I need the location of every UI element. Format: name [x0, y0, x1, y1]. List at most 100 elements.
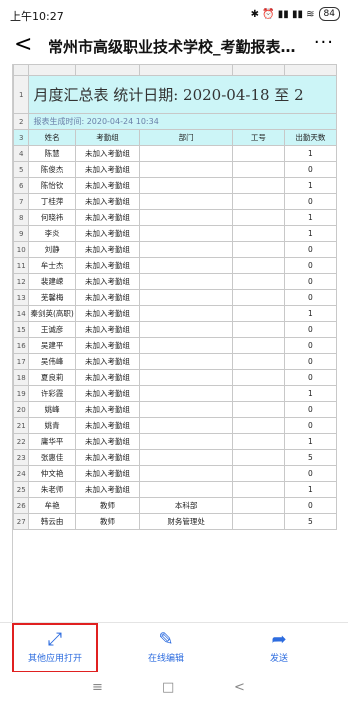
- table-cell[interactable]: 王诚彦: [28, 321, 76, 338]
- table-cell[interactable]: 未加入考勤组: [74, 161, 141, 178]
- table-cell[interactable]: [232, 369, 285, 386]
- table-cell[interactable]: [232, 353, 285, 370]
- table-cell[interactable]: 许彩霞: [28, 385, 76, 402]
- table-cell[interactable]: [139, 417, 234, 434]
- more-options-icon[interactable]: ···: [314, 32, 334, 53]
- table-cell[interactable]: [139, 433, 234, 450]
- table-cell[interactable]: 5: [283, 513, 337, 530]
- menu-nav-icon[interactable]: ≡: [92, 680, 103, 695]
- table-cell[interactable]: 未加入考勤组: [74, 305, 141, 322]
- table-cell[interactable]: 0: [283, 241, 337, 258]
- table-cell[interactable]: [139, 481, 234, 498]
- table-cell[interactable]: 教师: [74, 497, 141, 514]
- table-cell[interactable]: [232, 321, 285, 338]
- table-cell[interactable]: [139, 241, 234, 258]
- table-cell[interactable]: 未加入考勤组: [74, 433, 141, 450]
- table-cell[interactable]: [232, 161, 285, 178]
- table-cell[interactable]: [139, 401, 234, 418]
- table-cell[interactable]: [232, 289, 285, 306]
- table-cell[interactable]: [139, 337, 234, 354]
- table-cell[interactable]: [232, 225, 285, 242]
- table-cell[interactable]: [232, 481, 285, 498]
- table-cell[interactable]: 未加入考勤组: [74, 321, 141, 338]
- table-cell[interactable]: 裴建嵘: [28, 273, 76, 290]
- table-cell[interactable]: 未加入考勤组: [74, 337, 141, 354]
- table-cell[interactable]: [139, 193, 234, 210]
- table-cell[interactable]: 未加入考勤组: [74, 289, 141, 306]
- table-cell[interactable]: [139, 305, 234, 322]
- table-cell[interactable]: [232, 401, 285, 418]
- table-cell[interactable]: 朱老师: [28, 481, 76, 498]
- table-cell[interactable]: [232, 465, 285, 482]
- table-cell[interactable]: [232, 257, 285, 274]
- back-nav-icon[interactable]: <: [234, 680, 245, 695]
- table-cell[interactable]: 0: [283, 273, 337, 290]
- table-cell[interactable]: 1: [283, 209, 337, 226]
- table-cell[interactable]: 未加入考勤组: [74, 257, 141, 274]
- table-cell[interactable]: 0: [283, 161, 337, 178]
- table-cell[interactable]: [232, 209, 285, 226]
- table-cell[interactable]: [232, 241, 285, 258]
- table-cell[interactable]: 本科部: [139, 497, 234, 514]
- table-cell[interactable]: 芜馨梅: [28, 289, 76, 306]
- table-cell[interactable]: 未加入考勤组: [74, 353, 141, 370]
- table-cell[interactable]: 牟艳: [28, 497, 76, 514]
- table-cell[interactable]: 0: [283, 321, 337, 338]
- table-cell[interactable]: 陈慧: [28, 145, 76, 162]
- table-cell[interactable]: 仲文艳: [28, 465, 76, 482]
- table-cell[interactable]: 夏良莉: [28, 369, 76, 386]
- table-cell[interactable]: 未加入考勤组: [74, 177, 141, 194]
- table-cell[interactable]: [139, 369, 234, 386]
- table-cell[interactable]: 陈俊杰: [28, 161, 76, 178]
- spreadsheet-view[interactable]: 1 月度汇总表 统计日期: 2020-04-18 至 2 2 报表生成时间: 2…: [12, 64, 337, 622]
- table-cell[interactable]: 0: [283, 353, 337, 370]
- table-cell[interactable]: 0: [283, 401, 337, 418]
- table-cell[interactable]: 1: [283, 481, 337, 498]
- table-cell[interactable]: [139, 449, 234, 466]
- table-cell[interactable]: [232, 193, 285, 210]
- table-cell[interactable]: 1: [283, 177, 337, 194]
- table-cell[interactable]: 未加入考勤组: [74, 209, 141, 226]
- home-nav-icon[interactable]: □: [162, 680, 174, 695]
- table-cell[interactable]: 未加入考勤组: [74, 465, 141, 482]
- table-cell[interactable]: 0: [283, 465, 337, 482]
- table-cell[interactable]: 0: [283, 369, 337, 386]
- table-cell[interactable]: 未加入考勤组: [74, 449, 141, 466]
- table-cell[interactable]: 1: [283, 433, 337, 450]
- back-arrow-icon[interactable]: <: [14, 34, 32, 56]
- table-cell[interactable]: 何晓祎: [28, 209, 76, 226]
- table-cell[interactable]: 0: [283, 337, 337, 354]
- table-cell[interactable]: [139, 321, 234, 338]
- table-cell[interactable]: 李炎: [28, 225, 76, 242]
- table-cell[interactable]: 0: [283, 417, 337, 434]
- table-cell[interactable]: [139, 465, 234, 482]
- table-cell[interactable]: 1: [283, 225, 337, 242]
- table-cell[interactable]: [232, 177, 285, 194]
- table-cell[interactable]: 庸华平: [28, 433, 76, 450]
- table-cell[interactable]: 未加入考勤组: [74, 401, 141, 418]
- table-cell[interactable]: 0: [283, 289, 337, 306]
- table-cell[interactable]: 0: [283, 257, 337, 274]
- table-cell[interactable]: [139, 385, 234, 402]
- table-cell[interactable]: [232, 273, 285, 290]
- table-cell[interactable]: [139, 273, 234, 290]
- table-cell[interactable]: 未加入考勤组: [74, 225, 141, 242]
- table-cell[interactable]: [232, 513, 285, 530]
- table-cell[interactable]: 未加入考勤组: [74, 241, 141, 258]
- table-cell[interactable]: [139, 225, 234, 242]
- table-cell[interactable]: 姚青: [28, 417, 76, 434]
- table-cell[interactable]: [232, 145, 285, 162]
- table-cell[interactable]: 1: [283, 385, 337, 402]
- table-cell[interactable]: [232, 337, 285, 354]
- table-cell[interactable]: 吴建平: [28, 337, 76, 354]
- table-cell[interactable]: [139, 289, 234, 306]
- table-cell[interactable]: 陈怡钦: [28, 177, 76, 194]
- table-cell[interactable]: 张惠佳: [28, 449, 76, 466]
- table-cell[interactable]: 韩云由: [28, 513, 76, 530]
- table-cell[interactable]: 秦剑英(高职): [28, 305, 76, 322]
- table-cell[interactable]: [232, 449, 285, 466]
- table-cell[interactable]: [139, 145, 234, 162]
- table-cell[interactable]: [232, 417, 285, 434]
- table-cell[interactable]: 教师: [74, 513, 141, 530]
- table-cell[interactable]: [139, 209, 234, 226]
